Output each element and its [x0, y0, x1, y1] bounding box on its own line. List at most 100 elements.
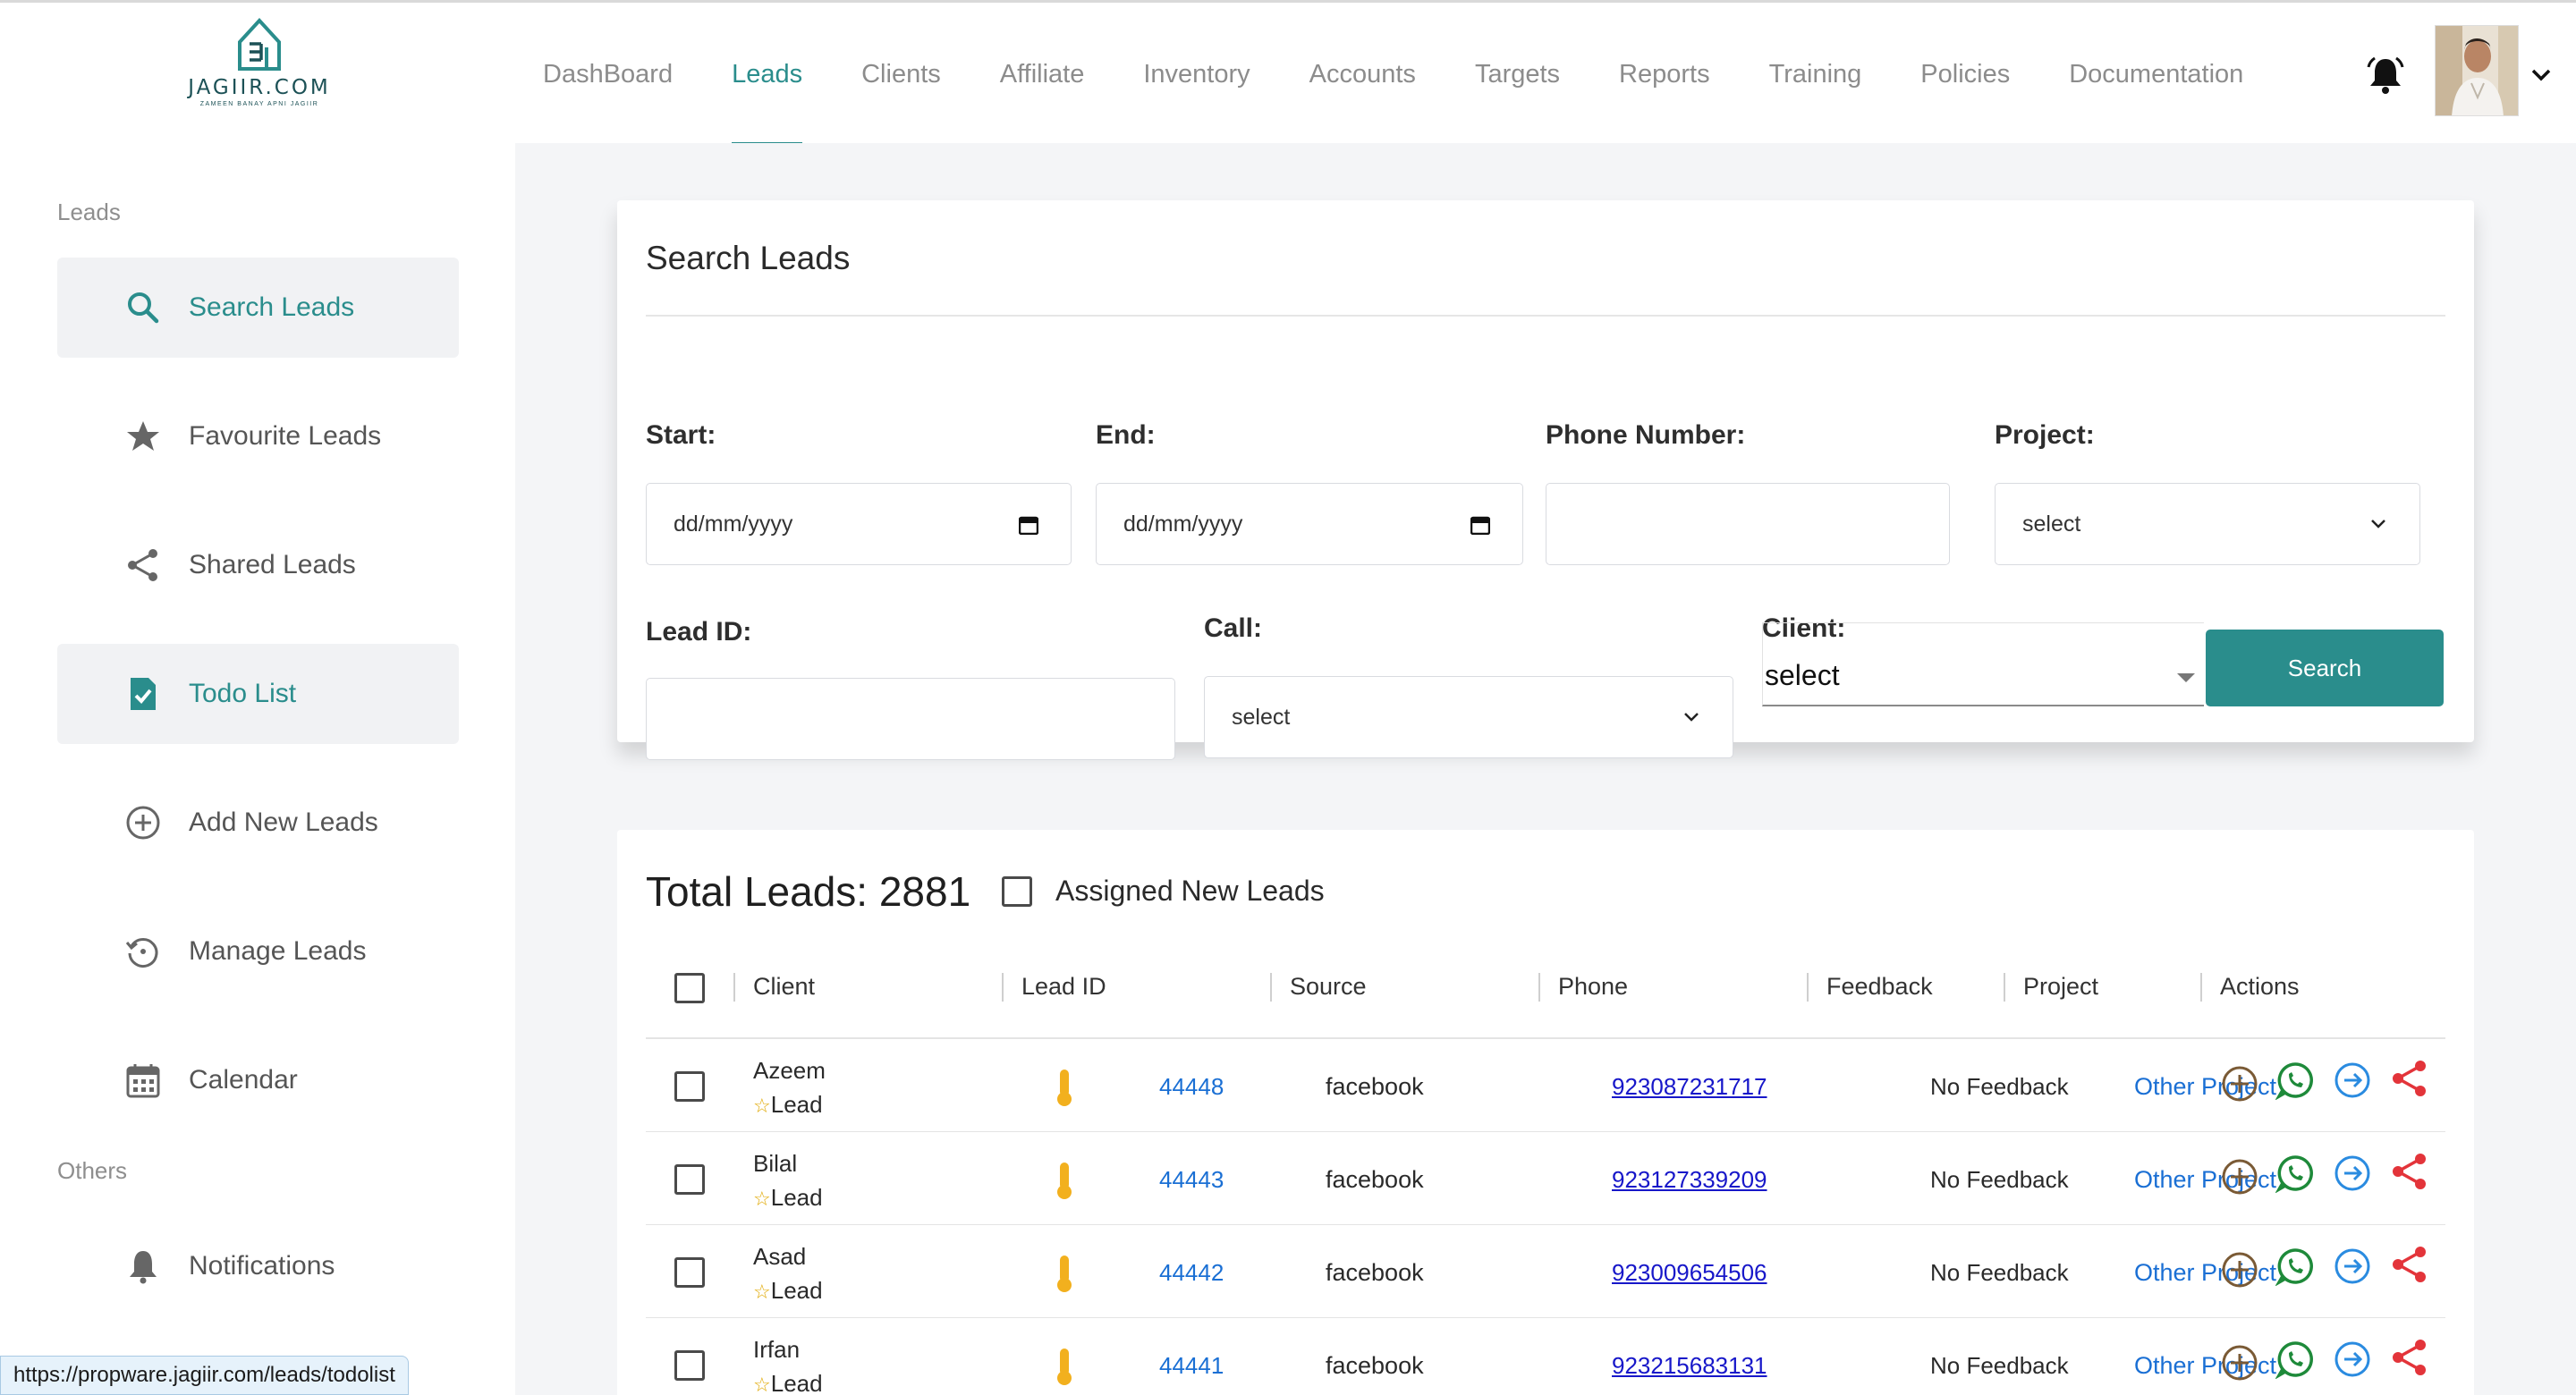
brand-logo[interactable]: JAGIIR.COM ZAMEEN BANAY APNI JAGIIR	[179, 15, 340, 123]
history-icon	[125, 938, 158, 968]
lead-feedback: No Feedback	[1930, 1259, 2069, 1286]
nav-affiliate[interactable]: Affiliate	[970, 3, 1114, 146]
whatsapp-icon[interactable]	[2275, 1154, 2315, 1193]
row-checkbox[interactable]	[674, 1350, 705, 1381]
whatsapp-icon[interactable]	[2275, 1061, 2315, 1100]
search-button[interactable]: Search	[2206, 630, 2444, 706]
whatsapp-icon[interactable]	[2275, 1340, 2315, 1379]
column-separator	[733, 973, 735, 1002]
forward-arrow-icon[interactable]	[2333, 1247, 2372, 1286]
call-select-value: select	[1232, 704, 1291, 730]
forward-arrow-icon[interactable]	[2333, 1154, 2372, 1193]
add-action-icon[interactable]	[2220, 1064, 2259, 1103]
chevron-down-icon[interactable]	[2528, 62, 2555, 89]
total-leads-count: Total Leads: 2881	[646, 868, 971, 915]
house-logo-icon	[238, 18, 281, 71]
sidebar-heading-leads: Leads	[57, 199, 121, 225]
start-date-input[interactable]: dd/mm/yyyy	[646, 483, 1072, 565]
dropdown-triangle-icon	[2177, 673, 2195, 682]
sidebar-item-manage-leads[interactable]: Manage Leads	[57, 901, 459, 1002]
nav-inventory[interactable]: Inventory	[1114, 3, 1279, 146]
star-outline-icon[interactable]: ☆	[753, 1095, 771, 1117]
forward-arrow-icon[interactable]	[2333, 1061, 2372, 1100]
table-row: Irfan ☆Lead 44441 facebook 923215683131 …	[646, 1318, 2445, 1395]
lead-id-link[interactable]: 44448	[1159, 1073, 1224, 1101]
add-action-icon[interactable]	[2220, 1157, 2259, 1196]
sidebar-item-label: Search Leads	[189, 292, 355, 322]
nav-training[interactable]: Training	[1740, 3, 1892, 146]
add-action-icon[interactable]	[2220, 1250, 2259, 1289]
lead-id-link[interactable]: 44442	[1159, 1259, 1224, 1287]
share-icon[interactable]	[2390, 1245, 2429, 1284]
nav-dashboard[interactable]: DashBoard	[513, 3, 702, 146]
lead-feedback: No Feedback	[1930, 1073, 2069, 1100]
sidebar-item-todo-list[interactable]: Todo List	[57, 644, 459, 744]
start-label: Start:	[646, 420, 716, 450]
sidebar-item-favourite-leads[interactable]: Favourite Leads	[57, 386, 459, 486]
star-outline-icon[interactable]: ☆	[753, 1281, 771, 1303]
column-header-project[interactable]: Project	[2023, 973, 2098, 1001]
column-separator	[1002, 973, 1004, 1002]
lead-id-link[interactable]: 44441	[1159, 1352, 1224, 1380]
search-leads-card: Search Leads Start: dd/mm/yyyy End: dd/m…	[617, 200, 2474, 760]
call-select[interactable]: select	[1204, 676, 1733, 758]
client-type: ☆Lead	[753, 1370, 823, 1395]
top-bar: JAGIIR.COM ZAMEEN BANAY APNI JAGIIR Dash…	[0, 0, 2576, 146]
column-separator	[1538, 973, 1540, 1002]
notification-bell-icon[interactable]	[2365, 55, 2406, 96]
calendar-picker-icon[interactable]	[1019, 515, 1038, 535]
nav-documentation[interactable]: Documentation	[2039, 3, 2273, 146]
row-checkbox[interactable]	[674, 1164, 705, 1195]
sidebar-item-notifications[interactable]: Notifications	[57, 1216, 459, 1316]
select-all-checkbox[interactable]	[674, 973, 705, 1003]
sidebar-item-shared-leads[interactable]: Shared Leads	[57, 515, 459, 615]
lead-id-input[interactable]	[646, 678, 1175, 760]
row-checkbox[interactable]	[674, 1071, 705, 1102]
phone-link[interactable]: 923009654506	[1612, 1259, 1767, 1287]
nav-leads[interactable]: Leads	[702, 3, 832, 146]
assigned-new-leads-checkbox[interactable]	[1002, 876, 1032, 907]
phone-link[interactable]: 923215683131	[1612, 1352, 1767, 1380]
whatsapp-icon[interactable]	[2275, 1247, 2315, 1286]
share-icon[interactable]	[2390, 1152, 2429, 1191]
chevron-down-icon	[2371, 520, 2385, 528]
nav-accounts[interactable]: Accounts	[1280, 3, 1445, 146]
phone-link[interactable]: 923087231717	[1612, 1073, 1767, 1101]
forward-arrow-icon[interactable]	[2333, 1340, 2372, 1379]
column-header-lead-id[interactable]: Lead ID	[1021, 973, 1106, 1001]
add-action-icon[interactable]	[2220, 1343, 2259, 1382]
project-select[interactable]: select	[1995, 483, 2420, 565]
star-outline-icon[interactable]: ☆	[753, 1374, 771, 1395]
row-checkbox[interactable]	[674, 1257, 705, 1288]
nav-clients[interactable]: Clients	[832, 3, 970, 146]
column-header-phone[interactable]: Phone	[1558, 973, 1628, 1001]
lead-source: facebook	[1326, 1166, 1424, 1193]
nav-reports[interactable]: Reports	[1589, 3, 1740, 146]
main-content: Search Leads Start: dd/mm/yyyy End: dd/m…	[515, 143, 2576, 1395]
start-date-value: dd/mm/yyyy	[674, 511, 793, 537]
user-avatar[interactable]	[2435, 25, 2519, 116]
phone-number-input[interactable]	[1546, 483, 1950, 565]
nav-targets[interactable]: Targets	[1445, 3, 1589, 146]
share-icon[interactable]	[2390, 1059, 2429, 1098]
column-header-feedback[interactable]: Feedback	[1826, 973, 1933, 1001]
lead-id-link[interactable]: 44443	[1159, 1166, 1224, 1194]
star-outline-icon[interactable]: ☆	[753, 1188, 771, 1210]
sidebar-item-label: Favourite Leads	[189, 421, 382, 451]
phone-link[interactable]: 923127339209	[1612, 1166, 1767, 1194]
star-icon	[127, 421, 159, 451]
column-header-source[interactable]: Source	[1290, 973, 1367, 1001]
column-header-client[interactable]: Client	[753, 973, 815, 1001]
client-select[interactable]: select	[1762, 622, 2204, 706]
share-icon	[128, 549, 157, 581]
share-icon[interactable]	[2390, 1338, 2429, 1377]
sidebar-item-label: Shared Leads	[189, 550, 356, 579]
sidebar-item-add-new-leads[interactable]: Add New Leads	[57, 773, 459, 873]
sidebar-item-search-leads[interactable]: Search Leads	[57, 258, 459, 358]
calendar-picker-icon[interactable]	[1470, 515, 1490, 535]
sidebar-item-calendar[interactable]: Calendar	[57, 1030, 459, 1130]
end-date-input[interactable]: dd/mm/yyyy	[1096, 483, 1523, 565]
lead-source: facebook	[1326, 1259, 1424, 1286]
nav-policies[interactable]: Policies	[1891, 3, 2039, 146]
lead-source: facebook	[1326, 1352, 1424, 1379]
